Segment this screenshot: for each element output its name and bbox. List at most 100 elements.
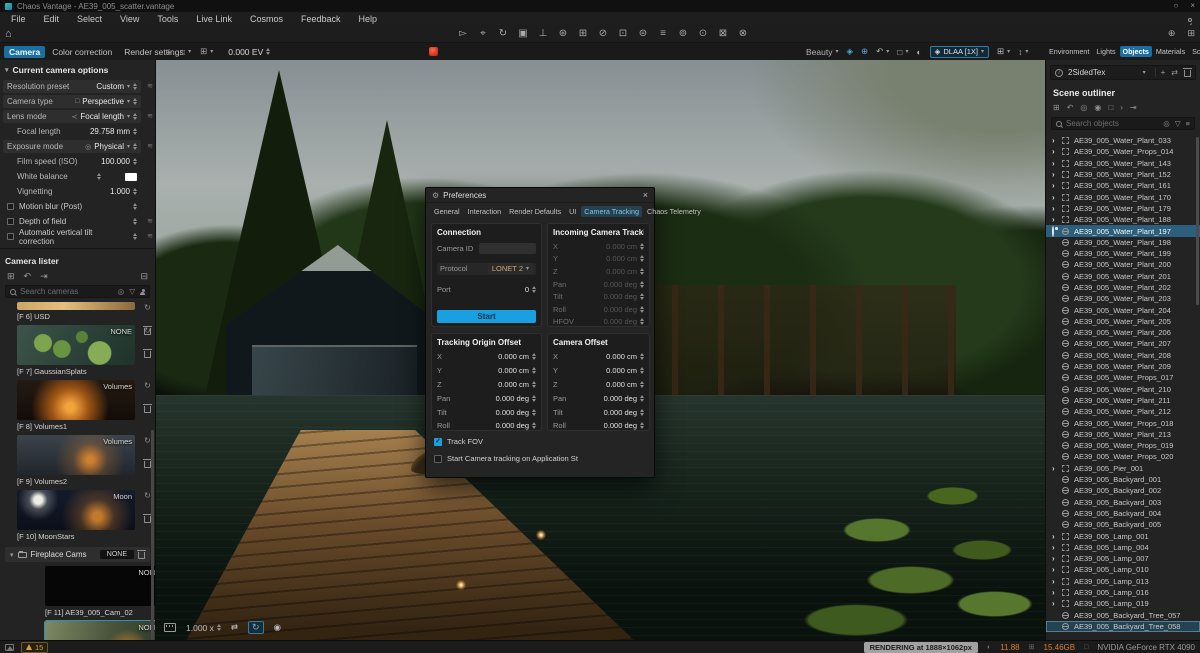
dialog-tab[interactable]: Render Defaults (506, 206, 564, 217)
outliner-item[interactable]: › AE39_005_Lamp_016 (1046, 587, 1200, 598)
outliner-item[interactable]: › AE39_005_Water_Plant_206 (1046, 327, 1200, 338)
flag-select-icon[interactable]: ⇥ (1130, 103, 1137, 112)
outliner-item[interactable]: › AE39_005_Water_Plant_197 (1046, 225, 1200, 236)
camera-thumbnail[interactable]: NONE (17, 325, 135, 365)
camera-offset-value[interactable]: 0.000 cm (606, 352, 644, 361)
outliner-item[interactable]: › AE39_005_Water_Plant_212 (1046, 406, 1200, 417)
outliner-item[interactable]: › AE39_005_Backyard_003 (1046, 497, 1200, 508)
outliner-item[interactable]: › AE39_005_Water_Plant_202 (1046, 282, 1200, 293)
list-icon[interactable]: ≡ (1186, 119, 1190, 128)
camera-list-item[interactable]: NONE ↻ [F 11] AE39_005_Cam_02 (45, 566, 156, 617)
option-settings-icon[interactable]: ≋ (147, 82, 153, 90)
menu-item[interactable]: Cosmos (241, 14, 292, 24)
camera-option-row[interactable]: Camera type □Perspective▾ ≋ (3, 95, 141, 108)
start-tracking-checkbox[interactable]: Start Camera tracking on Application St (434, 454, 578, 463)
menu-item[interactable]: Feedback (292, 14, 350, 24)
slider-dropdown[interactable]: ↕▾ (1018, 47, 1028, 57)
outliner-item[interactable]: › AE39_005_Water_Plant_188 (1046, 214, 1200, 225)
outliner-item[interactable]: › AE39_005_Backyard_Tree_058 (1046, 621, 1200, 632)
origin-offset-value[interactable]: 0.000 cm (498, 380, 536, 389)
visibility-eye-icon[interactable] (1052, 227, 1062, 236)
collapse-all-icon[interactable]: ⊟ (140, 271, 148, 281)
camera-lister-header[interactable]: Camera lister (0, 251, 155, 269)
camera-list-item[interactable]: Volumes ↻ [F 9] Volumes2 (17, 435, 135, 486)
port-value[interactable]: 0 (525, 285, 536, 294)
window-restore-icon[interactable]: ○ (1173, 2, 1178, 10)
cut-tool-icon[interactable]: ⊘ (595, 28, 611, 39)
lasso-select-icon[interactable]: ◎ (1080, 103, 1087, 112)
delete-folder-icon[interactable] (138, 552, 145, 559)
right-panel-tab[interactable]: Objects (1120, 46, 1152, 57)
hand-select-icon[interactable]: ◉ (1094, 103, 1101, 112)
outliner-item[interactable]: › AE39_005_Water_Plant_213 (1046, 429, 1200, 440)
menu-item[interactable]: Edit (35, 14, 69, 24)
outliner-item[interactable]: › AE39_005_Backyard_002 (1046, 485, 1200, 496)
option-settings-icon[interactable]: ≋ (147, 112, 153, 120)
camera-id-input[interactable] (479, 243, 536, 254)
camera-thumbnail[interactable]: Volumes (17, 380, 135, 420)
camera-list-item[interactable]: Volumes ↻ [F 8] Volumes1 (17, 380, 135, 431)
target-icon[interactable]: ◎ (118, 287, 125, 296)
menu-item[interactable]: Live Link (187, 14, 241, 24)
add-camera-icon[interactable]: ⊠ (715, 28, 731, 39)
outliner-item[interactable]: › AE39_005_Lamp_013 (1046, 576, 1200, 587)
snapshot-icon[interactable] (5, 644, 14, 651)
outliner-item[interactable]: › AE39_005_Pier_001 (1046, 463, 1200, 474)
menu-item[interactable]: Select (68, 14, 111, 24)
camera-folder-row[interactable]: ▾ Fireplace Cams NONE (5, 547, 150, 562)
camera-thumbnail[interactable]: NONE (45, 621, 156, 640)
outliner-item[interactable]: › AE39_005_Lamp_019 (1046, 598, 1200, 609)
move-tool-icon[interactable]: ⌖ (475, 28, 491, 39)
delete-camera-icon[interactable] (144, 516, 151, 523)
camera-offset-value[interactable]: 0.000 deg (604, 421, 644, 430)
filter-icon[interactable]: ▽ (129, 287, 135, 296)
delete-icon[interactable] (1184, 70, 1191, 77)
outliner-scrollbar[interactable] (1196, 137, 1199, 305)
menu-item[interactable]: View (111, 14, 148, 24)
window-close-icon[interactable]: × (1190, 2, 1195, 10)
outliner-item[interactable]: › AE39_005_Water_Plant_203 (1046, 293, 1200, 304)
dialog-tab[interactable]: Chaos Telemetry (644, 206, 704, 217)
camera-option-row[interactable]: Vignetting 1.000▾ ≋ (3, 185, 141, 198)
camera-offset-value[interactable]: 0.000 cm (606, 380, 644, 389)
camera-option-row[interactable]: Resolution preset Custom▾ ≋ (3, 80, 141, 93)
expand-chevron-icon[interactable]: › (1052, 464, 1062, 473)
add-camera-icon[interactable]: ⊞ (7, 271, 15, 281)
camera-thumbnail[interactable]: Volumes (17, 435, 135, 475)
display-dropdown[interactable]: □▾ (897, 47, 908, 57)
outliner-item[interactable]: › AE39_005_Water_Plant_143 (1046, 158, 1200, 169)
pan-icon[interactable]: + (166, 47, 171, 57)
reset-camera-icon[interactable]: ↻ (144, 326, 151, 335)
render-mode-dropdown[interactable]: Beauty▾ (806, 47, 838, 57)
globe-icon[interactable]: ⊕ (861, 46, 868, 57)
cursor-select-icon[interactable]: › (1120, 103, 1123, 112)
right-panel-tab[interactable]: Scene states (1189, 46, 1200, 57)
camera-option-row[interactable]: Motion blur (Post) ▾ ≋ (3, 200, 141, 213)
outliner-item[interactable]: › AE39_005_Water_Plant_204 (1046, 304, 1200, 315)
reset-camera-icon[interactable]: ↻ (144, 303, 151, 312)
material-selector[interactable]: i 2SidedTex ▾ + ⇄ (1050, 65, 1196, 80)
person-icon[interactable] (140, 292, 145, 295)
box-select-icon[interactable]: □ (1108, 103, 1113, 112)
outliner-item[interactable]: › AE39_005_Water_Plant_208 (1046, 350, 1200, 361)
checkbox-checked-icon[interactable]: ✓ (434, 438, 442, 446)
outliner-item[interactable]: › AE39_005_Water_Plant_207 (1046, 338, 1200, 349)
outliner-item[interactable]: › AE39_005_Water_Plant_201 (1046, 271, 1200, 282)
restore-camera-icon[interactable]: ↶ (24, 271, 32, 281)
outliner-item[interactable]: › AE39_005_Water_Plant_198 (1046, 237, 1200, 248)
expand-chevron-icon[interactable]: › (1052, 532, 1062, 541)
pin-icon[interactable] (1188, 18, 1192, 22)
outliner-item[interactable]: › AE39_005_Water_Plant_152 (1046, 169, 1200, 180)
home-icon[interactable]: ⌂ (5, 28, 12, 40)
expand-chevron-icon[interactable]: › (1052, 565, 1062, 574)
rotate-tool-icon[interactable]: ↻ (495, 28, 511, 39)
protocol-dropdown[interactable]: LONET 2▾ (488, 263, 533, 274)
loop-icon[interactable]: ⇄ (231, 622, 238, 633)
expand-chevron-icon[interactable]: › (1052, 577, 1062, 586)
dialog-tab[interactable]: Interaction (465, 206, 505, 217)
outliner-item[interactable]: › AE39_005_Water_Plant_199 (1046, 248, 1200, 259)
record-icon[interactable]: ◉ (274, 622, 281, 633)
outliner-item[interactable]: › AE39_005_Water_Props_019 (1046, 440, 1200, 451)
outliner-item[interactable]: › AE39_005_Water_Plant_179 (1046, 203, 1200, 214)
camera-thumbnail[interactable]: Moon (17, 490, 135, 530)
